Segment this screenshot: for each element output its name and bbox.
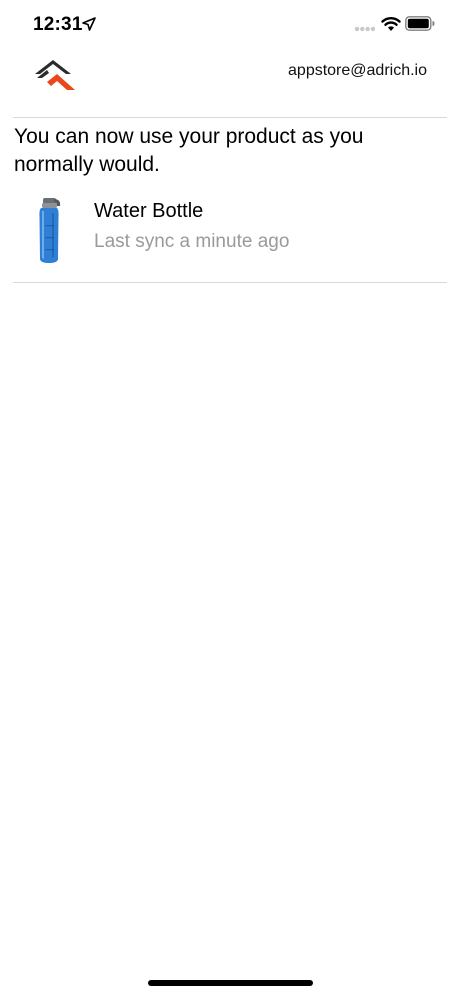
battery-icon — [405, 16, 435, 31]
device-list-item[interactable]: Water Bottle Last sync a minute ago — [0, 192, 460, 272]
location-arrow-icon — [82, 17, 96, 31]
device-sync-status: Last sync a minute ago — [94, 231, 290, 252]
divider — [13, 117, 447, 118]
home-indicator[interactable] — [148, 980, 313, 986]
app-header: appstore@adrich.io — [0, 48, 460, 117]
status-message: You can now use your product as you norm… — [14, 125, 364, 176]
status-bar: 12:31 — [0, 0, 460, 48]
account-email: appstore@adrich.io — [288, 62, 427, 79]
water-bottle-image — [39, 198, 61, 263]
divider — [13, 282, 447, 283]
wifi-icon — [381, 17, 401, 31]
adrich-logo[interactable] — [33, 56, 77, 92]
cellular-signal-icon — [354, 26, 376, 32]
app-screen: 12:31 appstore@adrich.io You can now use… — [0, 0, 460, 996]
status-time: 12:31 — [33, 14, 83, 35]
device-name: Water Bottle — [94, 200, 204, 222]
